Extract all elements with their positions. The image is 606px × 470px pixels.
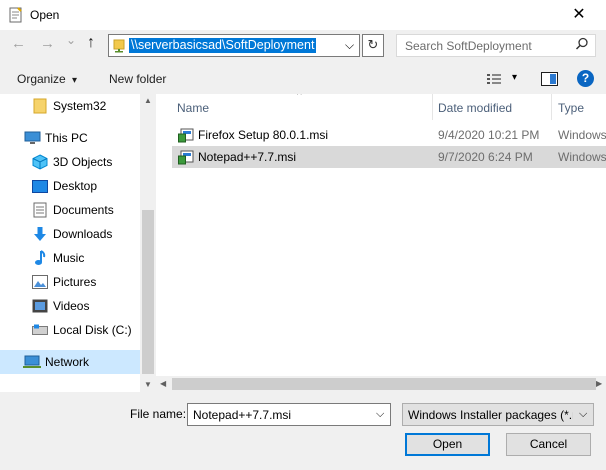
view-dropdown-icon[interactable]: ▾ — [512, 72, 517, 83]
file-type-value: Windows Installer packages (*.msi) — [408, 408, 573, 422]
address-text[interactable]: \\serverbasicsad\SoftDeployment — [129, 38, 317, 53]
sidebar-item-system32[interactable]: System32 — [0, 94, 140, 118]
sidebar-item-3d-objects[interactable]: 3D Objects — [0, 150, 140, 174]
file-type: Windows — [558, 150, 606, 164]
sidebar-item-desktop[interactable]: Desktop — [0, 174, 140, 198]
file-list-scroll-thumb[interactable] — [172, 378, 596, 390]
sidebar-item-local-disk[interactable]: Local Disk (C:) — [0, 318, 140, 342]
sidebar-item-label: Network — [45, 355, 90, 369]
file-name-input[interactable]: Notepad++7.7.msi ⌵ — [187, 403, 391, 426]
sidebar-item-label: Desktop — [53, 179, 98, 193]
file-type-select[interactable]: Windows Installer packages (*.msi) ⌵ — [402, 403, 594, 426]
address-bar[interactable]: \\serverbasicsad\SoftDeployment ⌵ — [108, 34, 360, 57]
sidebar-item-label: Downloads — [53, 227, 113, 241]
sidebar-item-pictures[interactable]: Pictures — [0, 270, 140, 294]
file-row[interactable]: Firefox Setup 80.0.1.msi 9/4/2020 10:21 … — [172, 124, 606, 146]
organize-dropdown-icon: ▾ — [72, 75, 78, 86]
file-list: ^ Name Date modified Type Firefox Setup … — [156, 94, 606, 376]
command-bar: Organize ▾ New folder ▾ ? — [0, 64, 606, 94]
desktop-icon — [32, 180, 48, 193]
sort-ascending-icon: ^ — [297, 94, 302, 101]
file-name: Notepad++7.7.msi — [198, 150, 297, 164]
file-type: Windows — [558, 128, 606, 142]
file-name-label: File name: — [130, 407, 187, 421]
sidebar-item-music[interactable]: Music — [0, 246, 140, 270]
file-type-dropdown-icon[interactable]: ⌵ — [579, 408, 587, 421]
sidebar-item-label: Documents — [53, 203, 114, 217]
sidebar-item-this-pc[interactable]: This PC — [0, 126, 140, 150]
cancel-button[interactable]: Cancel — [506, 433, 591, 456]
forward-arrow-icon[interactable]: → — [40, 35, 55, 52]
open-dialog-icon — [9, 7, 23, 23]
up-arrow-icon[interactable]: ↑ — [87, 34, 95, 52]
scroll-right-icon[interactable]: ▶ — [596, 379, 602, 388]
sidebar-item-label: This PC — [45, 131, 88, 145]
file-name: Firefox Setup 80.0.1.msi — [198, 128, 329, 142]
pictures-icon — [32, 275, 48, 289]
file-row[interactable]: Notepad++7.7.msi 9/7/2020 6:24 PM Window… — [172, 146, 606, 168]
navigation-pane: System32 This PC 3D Objects Desktop Docu… — [0, 94, 140, 392]
change-view-icon[interactable] — [486, 72, 502, 86]
videos-icon — [32, 299, 48, 313]
3d-objects-icon — [32, 154, 48, 170]
music-icon — [34, 250, 46, 266]
network-icon — [23, 355, 41, 369]
sidebar-item-label: 3D Objects — [53, 155, 113, 169]
organize-button[interactable]: Organize ▾ — [17, 72, 77, 86]
scroll-left-icon[interactable]: ◀ — [160, 379, 166, 388]
msi-installer-icon — [178, 127, 194, 143]
sidebar-item-documents[interactable]: Documents — [0, 198, 140, 222]
documents-icon — [33, 202, 47, 218]
scroll-down-icon[interactable]: ▼ — [144, 380, 152, 389]
navigation-pane-scroll-thumb[interactable] — [142, 210, 154, 374]
search-icon[interactable] — [575, 37, 589, 51]
sidebar-item-downloads[interactable]: Downloads — [0, 222, 140, 246]
search-placeholder: Search SoftDeployment — [405, 39, 532, 53]
msi-installer-icon — [178, 149, 194, 165]
recent-locations-chevron-icon[interactable]: ⌄ — [66, 33, 76, 47]
title-bar: Open ✕ — [0, 0, 606, 30]
network-folder-icon — [113, 38, 126, 53]
scroll-up-icon[interactable]: ▲ — [144, 96, 152, 105]
help-icon[interactable]: ? — [577, 70, 594, 87]
open-button[interactable]: Open — [405, 433, 490, 456]
file-name-dropdown-icon[interactable]: ⌵ — [376, 408, 384, 421]
column-divider[interactable] — [432, 94, 433, 120]
refresh-icon[interactable]: ↻ — [362, 34, 384, 57]
back-arrow-icon[interactable]: ← — [11, 35, 26, 52]
computer-icon — [24, 131, 41, 145]
downloads-icon — [33, 226, 47, 242]
search-input[interactable]: Search SoftDeployment — [396, 34, 596, 57]
sidebar-item-label: Pictures — [53, 275, 97, 289]
file-name-value: Notepad++7.7.msi — [193, 408, 292, 422]
sidebar-item-network[interactable]: Network — [0, 350, 140, 374]
organize-label: Organize — [17, 72, 66, 86]
column-divider[interactable] — [551, 94, 552, 120]
sidebar-item-label: Music — [53, 251, 85, 265]
file-date: 9/4/2020 10:21 PM — [438, 128, 540, 142]
close-icon[interactable]: ✕ — [568, 4, 590, 26]
sidebar-item-label: System32 — [53, 99, 107, 113]
window-title: Open — [30, 8, 60, 22]
address-dropdown-icon[interactable]: ⌵ — [345, 38, 354, 53]
new-folder-button[interactable]: New folder — [109, 72, 166, 86]
sidebar-item-label: Videos — [53, 299, 90, 313]
sidebar-item-label: Local Disk (C:) — [53, 323, 132, 337]
disk-icon — [32, 324, 48, 336]
folder-icon — [33, 98, 47, 114]
file-date: 9/7/2020 6:24 PM — [438, 150, 533, 164]
sidebar-item-videos[interactable]: Videos — [0, 294, 140, 318]
preview-pane-icon[interactable] — [541, 72, 558, 86]
